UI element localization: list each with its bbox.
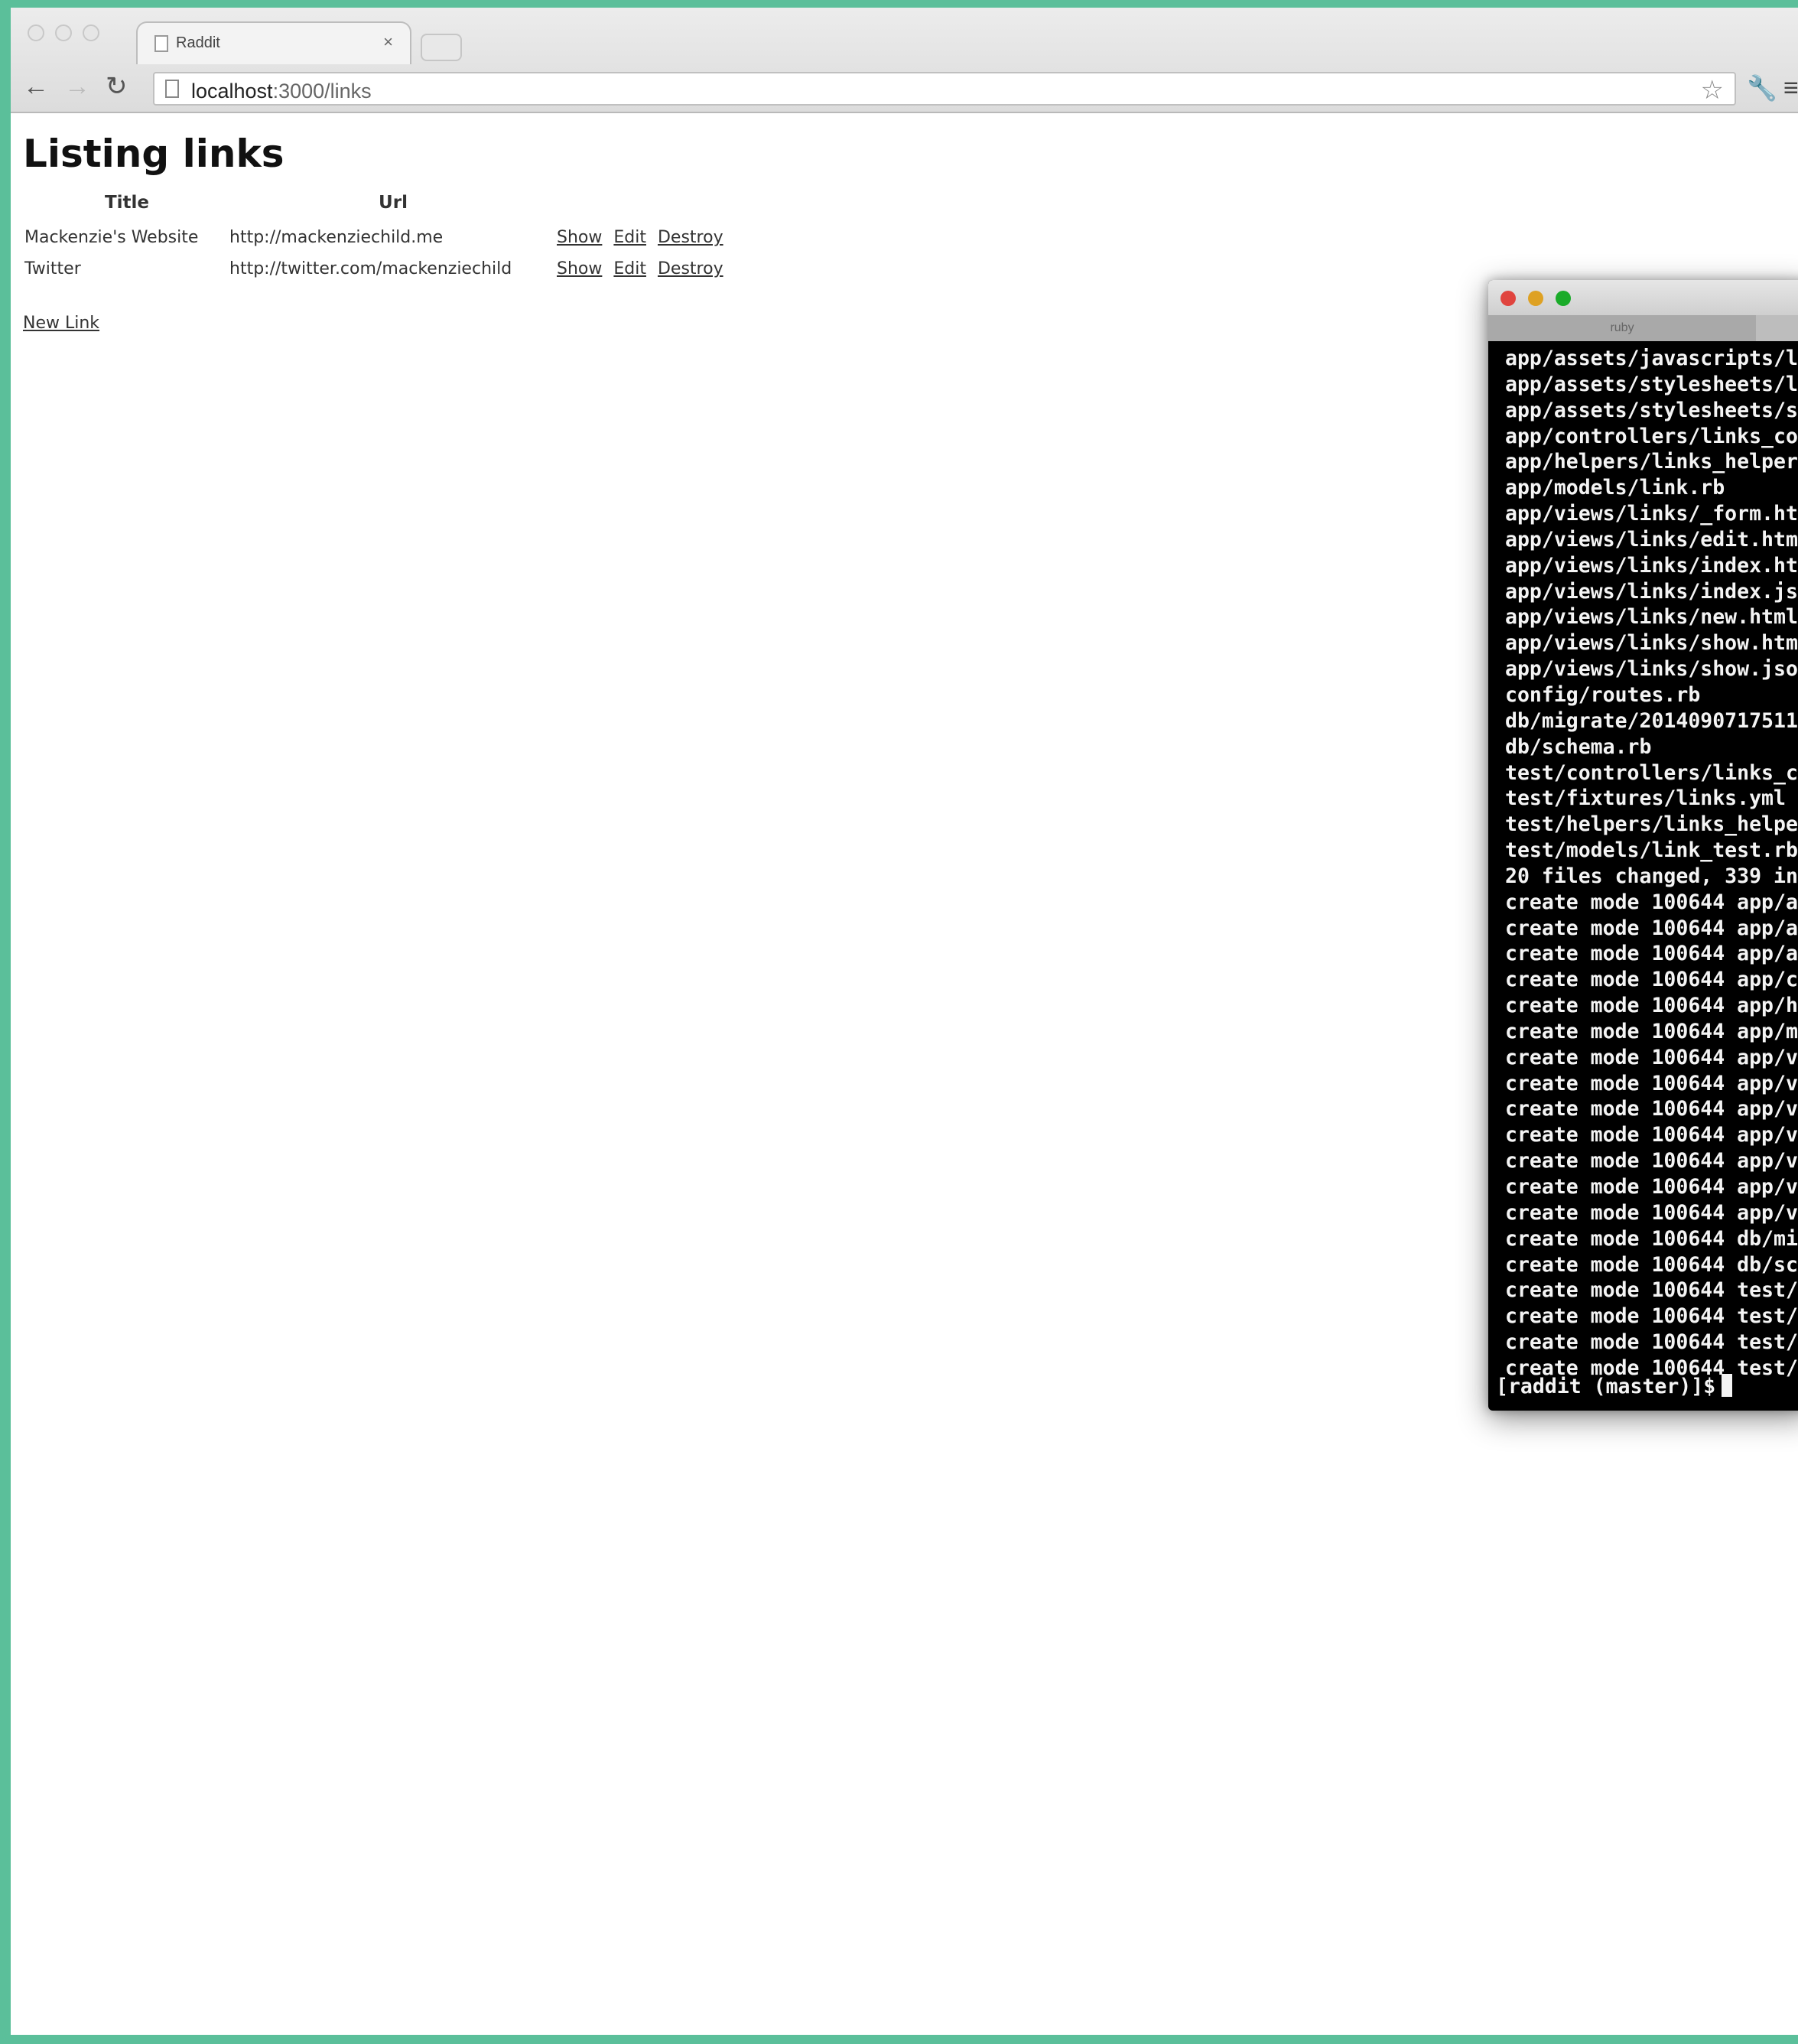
- edit-link[interactable]: Edit: [613, 259, 646, 278]
- terminal-line: create mode 100644 app/as: [1505, 916, 1798, 940]
- terminal-window[interactable]: ruby app/assets/javascripts/li app/assets…: [1488, 280, 1798, 1411]
- terminal-line: create mode 100644 app/as: [1505, 890, 1798, 914]
- terminal-line: test/controllers/links_co: [1505, 760, 1798, 785]
- forward-arrow-icon[interactable]: →: [64, 73, 90, 99]
- show-link[interactable]: Show: [557, 228, 602, 247]
- destroy-link[interactable]: Destroy: [658, 228, 723, 247]
- terminal-cursor: [1722, 1374, 1733, 1397]
- window-zoom-button[interactable]: [83, 24, 99, 41]
- link-title: Twitter: [24, 259, 81, 278]
- bookmark-star-icon[interactable]: ☆: [1701, 75, 1724, 106]
- link-title: Mackenzie's Website: [24, 228, 199, 247]
- column-header-title: Title: [104, 193, 150, 213]
- terminal-tab[interactable]: ruby: [1488, 315, 1756, 341]
- terminal-line: db/migrate/20140907175118: [1505, 708, 1798, 733]
- terminal-line: app/views/links/edit.html: [1505, 527, 1798, 552]
- terminal-line: app/views/links/new.html.: [1505, 605, 1798, 630]
- terminal-line: app/views/links/_form.htm: [1505, 502, 1798, 526]
- table-row: Mackenzie's Website http://mackenziechil…: [24, 223, 730, 255]
- terminal-line: app/views/links/show.json: [1505, 657, 1798, 682]
- tab-close-icon[interactable]: ×: [383, 32, 393, 52]
- edit-link[interactable]: Edit: [613, 228, 646, 247]
- table-header-row: Title Url: [24, 193, 730, 223]
- terminal-line: db/schema.rb: [1505, 734, 1652, 759]
- terminal-line: app/assets/stylesheets/sc: [1505, 398, 1798, 422]
- terminal-line: create mode 100644 app/as: [1505, 942, 1798, 966]
- address-url[interactable]: localhost:3000/links: [191, 80, 372, 103]
- row-actions: Show Edit Destroy: [557, 255, 730, 286]
- terminal-line: create mode 100644 app/vi: [1505, 1175, 1798, 1199]
- terminal-line: create mode 100644 app/vi: [1505, 1123, 1798, 1147]
- terminal-line: create mode 100644 app/vi: [1505, 1097, 1798, 1121]
- browser-toolbar: Raddit × ← → ↻ localhost:3000/links ☆ 🔧 …: [11, 8, 1798, 113]
- address-host: localhost: [191, 80, 273, 103]
- link-url: http://mackenziechild.me: [229, 228, 444, 247]
- terminal-line: create mode 100644 test/f: [1505, 1304, 1798, 1329]
- terminal-line: create mode 100644 app/vi: [1505, 1149, 1798, 1173]
- page-title: Listing links: [23, 132, 284, 176]
- window-minimize-button[interactable]: [55, 24, 72, 41]
- terminal-line: create mode 100644 app/he: [1505, 994, 1798, 1018]
- address-bar[interactable]: localhost:3000/links ☆: [153, 72, 1736, 106]
- column-header-url: Url: [379, 193, 408, 213]
- tab-title: Raddit: [176, 34, 220, 51]
- terminal-zoom-button[interactable]: [1556, 291, 1571, 306]
- page-icon: [154, 35, 168, 52]
- browser-tab[interactable]: Raddit ×: [136, 21, 411, 64]
- column-header-actions: [557, 193, 730, 223]
- new-tab-button[interactable]: [421, 34, 462, 61]
- new-link[interactable]: New Link: [23, 314, 99, 333]
- terminal-line: app/views/links/index.htm: [1505, 553, 1798, 578]
- terminal-line: create mode 100644 app/vi: [1505, 1045, 1798, 1069]
- terminal-line: create mode 100644 app/vi: [1505, 1200, 1798, 1225]
- terminal-line: create mode 100644 db/sch: [1505, 1252, 1798, 1277]
- reload-icon[interactable]: ↻: [106, 73, 128, 99]
- terminal-line: test/models/link_test.rb: [1505, 838, 1798, 863]
- table-row: Twitter http://twitter.com/mackenziechil…: [24, 255, 730, 286]
- terminal-output: app/assets/javascripts/li app/assets/styl…: [1505, 346, 1798, 1382]
- terminal-line: app/views/links/show.html: [1505, 631, 1798, 656]
- terminal-line: test/fixtures/links.yml: [1505, 786, 1786, 811]
- terminal-line: app/assets/stylesheets/li: [1505, 372, 1798, 396]
- terminal-line: app/assets/javascripts/li: [1505, 347, 1798, 370]
- links-table: Title Url Mackenzie's Website http://mac…: [24, 193, 730, 286]
- terminal-line: create mode 100644 test/h: [1505, 1330, 1798, 1355]
- window-close-button[interactable]: [28, 24, 44, 41]
- terminal-line: create mode 100644 app/mo: [1505, 1019, 1798, 1043]
- terminal-titlebar[interactable]: [1488, 280, 1798, 315]
- terminal-line: create mode 100644 db/mig: [1505, 1226, 1798, 1251]
- terminal-line: 20 files changed, 339 ins: [1505, 864, 1798, 888]
- terminal-line: create mode 100644 test/c: [1505, 1278, 1798, 1303]
- destroy-link[interactable]: Destroy: [658, 259, 723, 278]
- row-actions: Show Edit Destroy: [557, 223, 730, 255]
- terminal-minimize-button[interactable]: [1528, 291, 1543, 306]
- menu-icon[interactable]: ≡: [1783, 73, 1798, 103]
- terminal-tabbar: ruby: [1488, 315, 1798, 341]
- page-icon: [165, 80, 179, 98]
- terminal-line: app/controllers/links_con: [1505, 424, 1798, 448]
- terminal-line: app/views/links/index.jso: [1505, 579, 1798, 604]
- show-link[interactable]: Show: [557, 259, 602, 278]
- terminal-prompt-line[interactable]: [raddit (master)]$: [1496, 1374, 1733, 1398]
- terminal-line: create mode 100644 app/vi: [1505, 1071, 1798, 1095]
- back-arrow-icon[interactable]: ←: [23, 73, 49, 99]
- link-url: http://twitter.com/mackenziechild: [229, 259, 512, 278]
- terminal-line: config/routes.rb: [1505, 682, 1701, 707]
- terminal-close-button[interactable]: [1501, 291, 1516, 306]
- terminal-line: test/helpers/links_helper: [1505, 812, 1798, 837]
- terminal-line: app/helpers/links_helper.: [1505, 450, 1798, 474]
- terminal-line: app/models/link.rb: [1505, 476, 1725, 500]
- address-path: :3000/links: [272, 80, 372, 103]
- wrench-icon[interactable]: 🔧: [1747, 73, 1777, 103]
- terminal-prompt: [raddit (master)]$: [1496, 1375, 1716, 1398]
- terminal-line: create mode 100644 app/co: [1505, 968, 1798, 992]
